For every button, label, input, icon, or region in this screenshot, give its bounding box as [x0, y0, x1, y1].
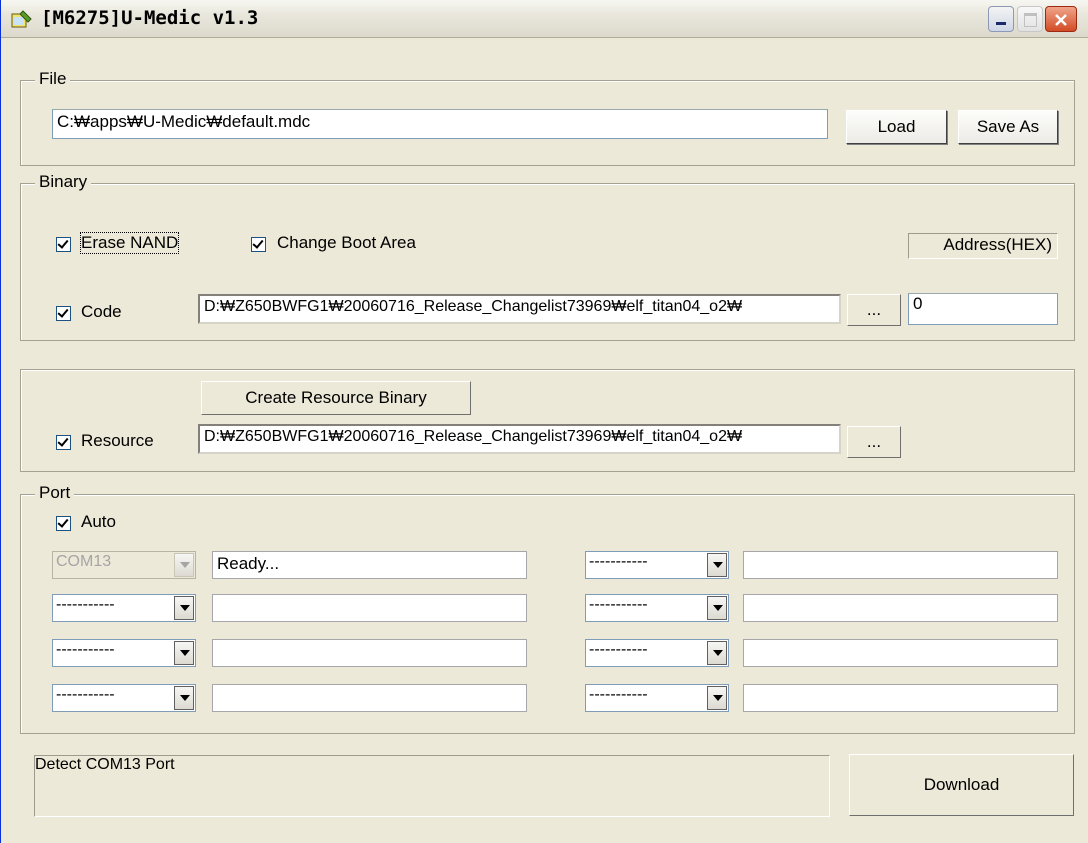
window-title: [M6275]U-Medic v1.3: [41, 7, 259, 29]
load-button[interactable]: Load: [846, 110, 947, 144]
code-label[interactable]: Code: [81, 302, 122, 322]
port-select-right-2[interactable]: -----------: [585, 594, 729, 622]
save-as-button[interactable]: Save As: [958, 110, 1058, 144]
port-status-right-3: [743, 639, 1058, 667]
chevron-down-icon: [707, 553, 727, 577]
change-boot-area-label[interactable]: Change Boot Area: [277, 233, 416, 253]
code-path-field[interactable]: D:₩Z650BWFG1₩20060716_Release_Changelist…: [198, 294, 841, 324]
download-button[interactable]: Download: [849, 754, 1074, 816]
close-button[interactable]: [1045, 6, 1077, 32]
chevron-down-icon: [707, 596, 727, 620]
close-icon: [1055, 14, 1067, 26]
chevron-down-icon: [174, 596, 194, 620]
port-status-right-4: [743, 684, 1058, 712]
port-status-left-1: Ready...: [212, 551, 527, 579]
port-status-left-4: [212, 684, 527, 712]
port-select-right-4[interactable]: -----------: [585, 684, 729, 712]
binary-legend: Binary: [35, 172, 92, 192]
chevron-down-icon: [707, 686, 727, 710]
auto-checkbox[interactable]: [56, 516, 71, 531]
chevron-down-icon: [174, 641, 194, 665]
code-checkbox[interactable]: [56, 306, 71, 321]
auto-label[interactable]: Auto: [81, 512, 116, 532]
resource-browse-button[interactable]: ...: [847, 426, 901, 458]
port-status-right-2: [743, 594, 1058, 622]
main-window: [M6275]U-Medic v1.3 File C:₩apps₩U-Medic…: [0, 0, 1088, 843]
address-input[interactable]: 0: [908, 293, 1058, 325]
maximize-button[interactable]: [1017, 6, 1043, 32]
port-select-right-1[interactable]: -----------: [585, 551, 729, 579]
chevron-down-icon: [174, 553, 194, 577]
change-boot-area-checkbox[interactable]: [251, 237, 266, 252]
create-resource-binary-button[interactable]: Create Resource Binary: [201, 381, 471, 415]
port-select-right-3[interactable]: -----------: [585, 639, 729, 667]
port-select-left-4[interactable]: -----------: [52, 684, 196, 712]
code-browse-button[interactable]: ...: [847, 294, 901, 326]
message-area: Detect COM13 Port: [34, 755, 830, 817]
minimize-button[interactable]: [988, 6, 1014, 32]
title-bar[interactable]: [M6275]U-Medic v1.3: [1, 0, 1088, 38]
port-status-right-1: [743, 551, 1058, 579]
resource-group: [20, 369, 1075, 472]
port-status-left-2: [212, 594, 527, 622]
chevron-down-icon: [707, 641, 727, 665]
port-status-left-3: [212, 639, 527, 667]
file-legend: File: [35, 69, 71, 89]
chevron-down-icon: [174, 686, 194, 710]
resource-path-field[interactable]: D:₩Z650BWFG1₩20060716_Release_Changelist…: [198, 424, 841, 454]
erase-nand-label[interactable]: Erase NAND: [79, 232, 180, 254]
port-select-left-1[interactable]: COM13: [52, 551, 196, 579]
resource-checkbox[interactable]: [56, 435, 71, 450]
resource-label[interactable]: Resource: [81, 431, 154, 451]
app-icon: [11, 10, 32, 28]
port-select-left-2[interactable]: -----------: [52, 594, 196, 622]
address-hex-label: Address(HEX): [908, 233, 1058, 259]
file-path-field[interactable]: C:₩apps₩U-Medic₩default.mdc: [52, 109, 828, 139]
erase-nand-checkbox[interactable]: [56, 237, 71, 252]
port-legend: Port: [35, 483, 75, 503]
port-select-left-3[interactable]: -----------: [52, 639, 196, 667]
